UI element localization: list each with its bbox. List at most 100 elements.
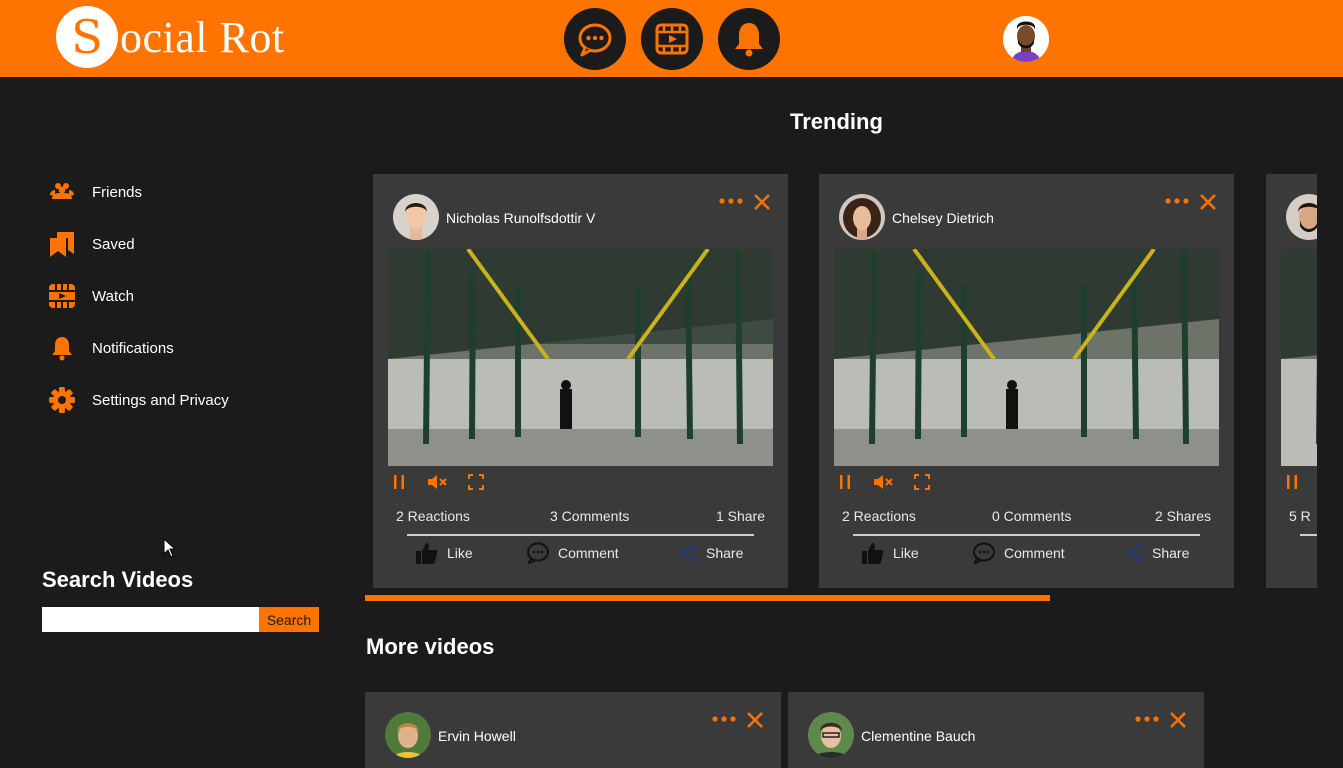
saved-icon: [50, 232, 74, 257]
close-icon: [1170, 712, 1186, 728]
muted-icon: [428, 475, 447, 489]
close-icon: [1200, 194, 1216, 210]
sidebar-item-label: Saved: [92, 235, 135, 253]
author-name[interactable]: Chelsey Dietrich: [892, 210, 994, 226]
comment-button[interactable]: Comment: [972, 540, 1065, 566]
close-button[interactable]: [1168, 710, 1188, 730]
reactions-count[interactable]: 2 Reactions: [396, 508, 470, 524]
watch-button[interactable]: [641, 8, 703, 70]
close-button[interactable]: [745, 710, 765, 730]
logo-letter: S: [56, 6, 118, 68]
author-name[interactable]: Ervin Howell: [438, 728, 516, 744]
watch-icon: [49, 284, 75, 308]
avatar-image: [393, 194, 439, 240]
comments-count[interactable]: 0 Comments: [992, 508, 1071, 524]
sidebar-item-saved[interactable]: Saved: [44, 218, 334, 270]
reactions-count[interactable]: 5 R: [1289, 508, 1311, 524]
video-frame: [388, 249, 773, 466]
video-icon: [655, 23, 689, 55]
pause-button[interactable]: [1282, 472, 1302, 492]
thumbs-up-icon: [862, 543, 884, 564]
bell-icon: [735, 23, 763, 57]
video-card: Ervin Howell: [365, 692, 781, 768]
like-button[interactable]: Like: [861, 540, 919, 566]
author-avatar[interactable]: [385, 712, 431, 758]
muted-icon: [874, 475, 893, 489]
like-label: Like: [893, 545, 919, 561]
pause-icon: [840, 475, 850, 489]
mouse-cursor-icon: [163, 538, 177, 558]
share-icon: [1126, 544, 1142, 562]
sidebar-item-friends[interactable]: Friends: [44, 166, 334, 218]
search-button[interactable]: Search: [259, 607, 319, 632]
thumbs-up-icon: [416, 543, 438, 564]
fullscreen-button[interactable]: [912, 472, 932, 492]
close-button[interactable]: [1198, 192, 1218, 212]
author-avatar[interactable]: [808, 712, 854, 758]
messages-button[interactable]: [564, 8, 626, 70]
pause-button[interactable]: [835, 472, 855, 492]
reactions-count[interactable]: 2 Reactions: [842, 508, 916, 524]
author-avatar[interactable]: [839, 194, 885, 240]
video-frame: [834, 249, 1219, 466]
share-label: Share: [706, 545, 744, 561]
comment-button[interactable]: Comment: [526, 540, 619, 566]
top-header: S ocial Rot: [0, 0, 1343, 77]
trending-carousel[interactable]: Nicholas Runolfsdottir V 2 Reactions 3 C…: [365, 174, 1317, 588]
app-logo[interactable]: S ocial Rot: [56, 6, 285, 68]
carousel-scrollbar[interactable]: [365, 595, 1050, 601]
sidebar-item-notifications[interactable]: Notifications: [44, 322, 334, 374]
author-avatar[interactable]: [1286, 194, 1317, 240]
like-label: Like: [447, 545, 473, 561]
more-options-button[interactable]: [1134, 710, 1160, 728]
share-button[interactable]: Share: [678, 540, 743, 566]
mute-button[interactable]: [873, 472, 893, 492]
sidebar-item-label: Watch: [92, 287, 134, 305]
like-button[interactable]: Like: [415, 540, 473, 566]
mute-button[interactable]: [427, 472, 447, 492]
comment-label: Comment: [558, 545, 619, 561]
video-player[interactable]: [388, 249, 773, 466]
more-options-button[interactable]: [711, 710, 737, 728]
notifications-button[interactable]: [718, 8, 780, 70]
more-videos-title: More videos: [366, 634, 495, 659]
author-avatar[interactable]: [393, 194, 439, 240]
more-dots-icon: [712, 716, 736, 722]
shares-count[interactable]: 2 Shares: [1155, 508, 1211, 524]
search-videos-title: Search Videos: [42, 567, 194, 592]
gear-icon: [49, 387, 75, 413]
sidebar-item-label: Notifications: [92, 339, 174, 357]
close-button[interactable]: [752, 192, 772, 212]
video-card: 5 R: [1266, 174, 1317, 588]
video-player[interactable]: [1281, 249, 1317, 466]
sidebar-item-label: Friends: [92, 183, 143, 201]
fullscreen-button[interactable]: [466, 472, 486, 492]
share-icon: [680, 544, 696, 562]
post-stats: 5 R: [1289, 508, 1317, 526]
author-name[interactable]: Clementine Bauch: [861, 728, 975, 744]
divider: [407, 534, 754, 536]
comment-icon: [527, 542, 549, 564]
share-button[interactable]: Share: [1124, 540, 1189, 566]
comment-icon: [973, 542, 995, 564]
post-stats: 2 Reactions 3 Comments 1 Share: [396, 508, 765, 526]
search-input[interactable]: [42, 607, 259, 632]
more-dots-icon: [1165, 198, 1189, 204]
user-avatar[interactable]: [1003, 16, 1049, 62]
pause-icon: [1287, 475, 1297, 489]
video-player[interactable]: [834, 249, 1219, 466]
comments-count[interactable]: 3 Comments: [550, 508, 629, 524]
close-icon: [754, 194, 770, 210]
trending-title: Trending: [790, 109, 883, 134]
comment-label: Comment: [1004, 545, 1065, 561]
sidebar-item-watch[interactable]: Watch: [44, 270, 334, 322]
shares-count[interactable]: 1 Share: [716, 508, 765, 524]
video-card: Clementine Bauch: [788, 692, 1204, 768]
sidebar-item-settings[interactable]: Settings and Privacy: [44, 374, 334, 426]
pause-button[interactable]: [389, 472, 409, 492]
more-options-button[interactable]: [1164, 192, 1190, 210]
author-name[interactable]: Nicholas Runolfsdottir V: [446, 210, 595, 226]
more-options-button[interactable]: [718, 192, 744, 210]
post-stats: 2 Reactions 0 Comments 2 Shares: [842, 508, 1211, 526]
video-card: Nicholas Runolfsdottir V 2 Reactions 3 C…: [373, 174, 788, 588]
